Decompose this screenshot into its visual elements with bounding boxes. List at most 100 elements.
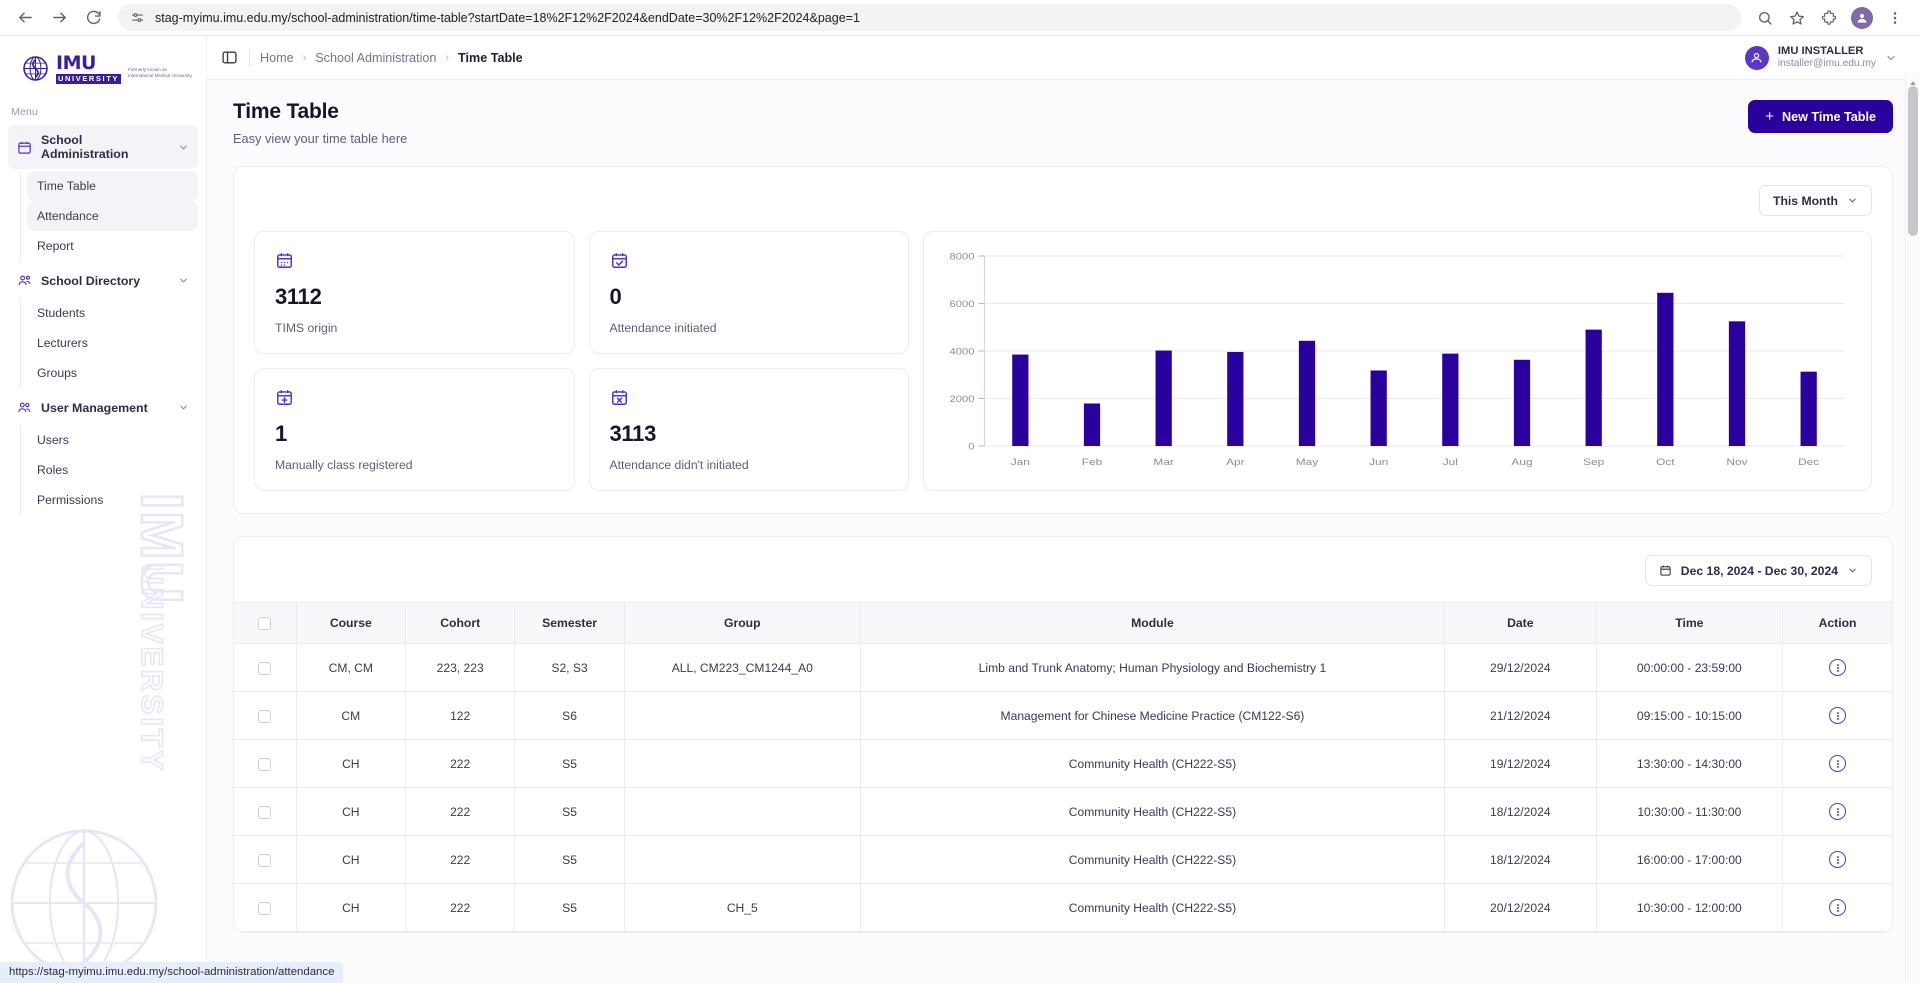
chevron-down-icon[interactable]	[178, 402, 189, 413]
brand-logo[interactable]: IMU UNIVERSITY Formerly known as Interna…	[0, 36, 206, 96]
chart-bar[interactable]	[1442, 354, 1458, 446]
cell-action[interactable]	[1783, 836, 1892, 884]
row-checkbox-cell[interactable]	[234, 884, 296, 932]
row-checkbox-cell[interactable]	[234, 788, 296, 836]
cell-action[interactable]	[1783, 788, 1892, 836]
chart-bar[interactable]	[1657, 293, 1673, 446]
row-checkbox-cell[interactable]	[234, 692, 296, 740]
row-action-menu-icon[interactable]	[1829, 755, 1846, 772]
row-checkbox-cell[interactable]	[234, 836, 296, 884]
col-time[interactable]: Time	[1596, 603, 1782, 644]
chart-bar[interactable]	[1729, 321, 1745, 446]
cell-action[interactable]	[1783, 884, 1892, 932]
chart-bar[interactable]	[1299, 341, 1315, 446]
row-checkbox-cell[interactable]	[234, 740, 296, 788]
row-action-menu-icon[interactable]	[1829, 899, 1846, 916]
chart-bar[interactable]	[1801, 372, 1817, 446]
chart-bar[interactable]	[1227, 352, 1243, 446]
table-header-row: Course Cohort Semester Group Module Date…	[234, 603, 1892, 644]
breadcrumb-time-table: Time Table	[458, 51, 523, 65]
breadcrumb-school-administration[interactable]: School Administration	[315, 51, 436, 65]
this-month-dropdown[interactable]: This Month	[1759, 185, 1872, 216]
overview-body: 3112 TIMS origin 0 Attendance initiated	[254, 231, 1872, 491]
row-action-menu-icon[interactable]	[1829, 659, 1846, 676]
table-row[interactable]: CM122S6Management for Chinese Medicine P…	[234, 692, 1892, 740]
table-row[interactable]: CH222S5Community Health (CH222-S5)19/12/…	[234, 740, 1892, 788]
sidebar-children-school-directory: Students Lecturers Groups	[20, 298, 198, 388]
user-menu[interactable]: IMU INSTALLER installer@imu.edu.my	[1745, 44, 1897, 71]
chart-bar[interactable]	[1084, 403, 1100, 446]
row-checkbox[interactable]	[258, 758, 271, 771]
new-time-table-button[interactable]: + New Time Table	[1748, 100, 1893, 133]
table-row[interactable]: CH222S5Community Health (CH222-S5)18/12/…	[234, 836, 1892, 884]
row-action-menu-icon[interactable]	[1829, 803, 1846, 820]
row-checkbox[interactable]	[258, 662, 271, 675]
date-range-picker[interactable]: Dec 18, 2024 - Dec 30, 2024	[1645, 555, 1872, 586]
col-group[interactable]: Group	[624, 603, 860, 644]
col-date[interactable]: Date	[1445, 603, 1597, 644]
breadcrumb-home[interactable]: Home	[260, 51, 294, 65]
site-settings-icon[interactable]	[130, 10, 145, 25]
search-icon[interactable]	[1751, 4, 1779, 32]
page-heading-block: Time Table Easy view your time table her…	[233, 100, 407, 146]
row-checkbox-cell[interactable]	[234, 644, 296, 692]
scrollbar-thumb[interactable]	[1908, 86, 1918, 236]
cell-action[interactable]	[1783, 740, 1892, 788]
sidebar-group-user-management[interactable]: User Management	[8, 392, 198, 423]
sidebar-item-attendance[interactable]: Attendance	[27, 201, 198, 231]
sidebar-group-school-administration[interactable]: School Administration	[8, 125, 198, 169]
chart-bar[interactable]	[1586, 330, 1602, 446]
new-time-table-label: New Time Table	[1782, 110, 1876, 124]
col-cohort[interactable]: Cohort	[406, 603, 515, 644]
table-row[interactable]: CH222S5CH_5Community Health (CH222-S5)20…	[234, 884, 1892, 932]
col-module[interactable]: Module	[860, 603, 1444, 644]
scroll-up-arrow-icon[interactable]	[1909, 74, 1917, 82]
chevron-down-icon[interactable]	[1885, 52, 1897, 64]
row-checkbox[interactable]	[258, 854, 271, 867]
back-arrow-icon[interactable]	[10, 3, 40, 33]
chart-bar[interactable]	[1012, 355, 1028, 446]
sidebar-item-roles[interactable]: Roles	[27, 455, 198, 485]
profile-avatar-icon[interactable]	[1851, 7, 1873, 29]
select-all-checkbox[interactable]	[258, 617, 271, 630]
row-checkbox[interactable]	[258, 710, 271, 723]
sidebar-item-lecturers[interactable]: Lecturers	[27, 328, 198, 358]
cell-action[interactable]	[1783, 644, 1892, 692]
sidebar-group-school-directory[interactable]: School Directory	[8, 265, 198, 296]
users-icon	[17, 400, 32, 415]
forward-arrow-icon[interactable]	[44, 3, 74, 33]
chart-bar[interactable]	[1514, 360, 1530, 446]
sidebar-item-students[interactable]: Students	[27, 298, 198, 328]
cell-action[interactable]	[1783, 692, 1892, 740]
col-course[interactable]: Course	[296, 603, 405, 644]
chart-bar[interactable]	[1371, 370, 1387, 446]
sidebar-toggle-icon[interactable]	[221, 49, 239, 67]
sidebar-item-permissions[interactable]: Permissions	[27, 485, 198, 515]
browser-toolbar: stag-myimu.imu.edu.my/school-administrat…	[0, 0, 1919, 36]
extensions-icon[interactable]	[1815, 4, 1843, 32]
reload-icon[interactable]	[78, 3, 108, 33]
sidebar-item-users[interactable]: Users	[27, 425, 198, 455]
y-axis-tick-label: 0	[968, 442, 975, 452]
page-scrollbar[interactable]	[1905, 72, 1919, 983]
stat-cards-grid: 3112 TIMS origin 0 Attendance initiated	[254, 231, 909, 491]
table-row[interactable]: CH222S5Community Health (CH222-S5)18/12/…	[234, 788, 1892, 836]
sidebar-item-time-table[interactable]: Time Table	[27, 171, 198, 201]
chevron-down-icon[interactable]	[178, 142, 189, 153]
sidebar-item-groups[interactable]: Groups	[27, 358, 198, 388]
chevron-down-icon[interactable]	[178, 275, 189, 286]
stat-label: Attendance didn't initiated	[610, 458, 889, 472]
sidebar-item-report[interactable]: Report	[27, 231, 198, 261]
plus-icon: +	[1765, 109, 1774, 124]
address-bar[interactable]: stag-myimu.imu.edu.my/school-administrat…	[118, 4, 1741, 31]
row-checkbox[interactable]	[258, 902, 271, 915]
row-checkbox[interactable]	[258, 806, 271, 819]
row-action-menu-icon[interactable]	[1829, 707, 1846, 724]
star-icon[interactable]	[1783, 4, 1811, 32]
table-row[interactable]: CM, CM223, 223S2, S3ALL, CM223_CM1244_A0…	[234, 644, 1892, 692]
col-semester[interactable]: Semester	[515, 603, 624, 644]
chart-bar[interactable]	[1156, 351, 1172, 446]
browser-menu-icon[interactable]	[1881, 4, 1909, 32]
page-subtitle: Easy view your time table here	[233, 131, 407, 146]
row-action-menu-icon[interactable]	[1829, 851, 1846, 868]
